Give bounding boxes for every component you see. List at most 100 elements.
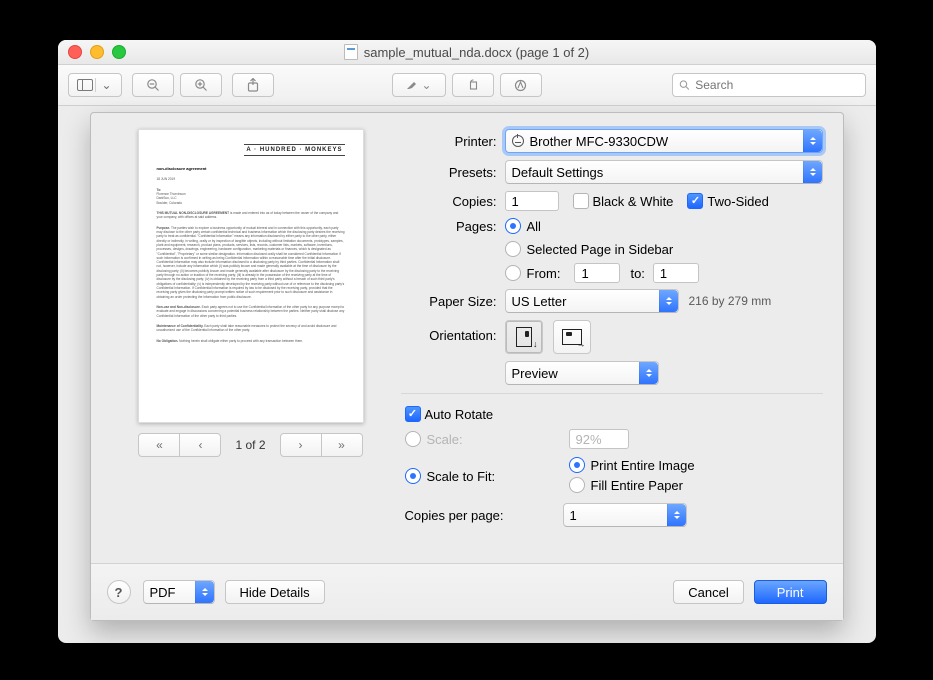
orientation-landscape-button[interactable]: →	[553, 320, 591, 354]
share-button[interactable]	[232, 73, 274, 97]
document-icon	[344, 44, 358, 60]
last-page-button[interactable]: »	[322, 433, 363, 457]
prev-page-button[interactable]: ‹	[180, 433, 221, 457]
fill-paper-label: Fill Entire Paper	[591, 478, 683, 493]
markup-button[interactable]	[500, 73, 542, 97]
copies-per-page-label: Copies per page:	[401, 508, 563, 523]
highlight-button[interactable]: ⌄	[392, 73, 446, 97]
section-select[interactable]: Preview	[505, 361, 659, 385]
print-button[interactable]: Print	[754, 580, 827, 604]
scale-radio[interactable]	[405, 431, 421, 447]
two-sided-label: Two-Sided	[707, 194, 768, 209]
auto-rotate-label: Auto Rotate	[425, 407, 494, 422]
page-preview-panel: A · HUNDRED · MONKEYS non-disclosure agr…	[111, 129, 391, 563]
copies-per-page-select[interactable]: 1	[563, 503, 687, 527]
rotate-icon	[467, 79, 479, 91]
paper-dimensions: 216 by 279 mm	[689, 294, 772, 308]
black-white-label: Black & White	[593, 194, 674, 209]
black-white-option[interactable]: Black & White	[573, 193, 674, 209]
presets-value: Default Settings	[512, 165, 604, 180]
pages-all-option[interactable]: All	[505, 218, 541, 234]
section-value: Preview	[512, 366, 558, 381]
search-field[interactable]	[672, 73, 866, 97]
print-entire-radio[interactable]	[569, 457, 585, 473]
page-navigator: « ‹ 1 of 2 › »	[138, 433, 362, 457]
cancel-label: Cancel	[688, 585, 728, 600]
hide-details-label: Hide Details	[240, 585, 310, 600]
rotate-button[interactable]	[452, 73, 494, 97]
window-title: sample_mutual_nda.docx (page 1 of 2)	[58, 44, 876, 60]
scale-label: Scale:	[427, 432, 463, 447]
print-entire-label: Print Entire Image	[591, 458, 695, 473]
pdf-label: PDF	[150, 585, 176, 600]
pdf-menu[interactable]: PDF	[143, 580, 215, 604]
select-arrows-icon	[639, 362, 658, 384]
pages-from-input[interactable]	[574, 263, 620, 283]
scale-to-fit-option[interactable]: Scale to Fit:	[405, 468, 555, 484]
paper-size-label: Paper Size:	[401, 294, 505, 309]
print-sheet-footer: ? PDF Hide Details Cancel Print	[91, 563, 843, 620]
sidebar-icon	[77, 79, 93, 91]
print-sheet: A · HUNDRED · MONKEYS non-disclosure agr…	[90, 112, 844, 621]
print-dialog-window: sample_mutual_nda.docx (page 1 of 2) ⌄	[58, 40, 876, 643]
chevron-down-icon	[195, 581, 214, 603]
search-input[interactable]	[693, 77, 858, 93]
app-toolbar: ⌄ ⌄	[58, 65, 876, 106]
printer-value: Brother MFC-9330CDW	[530, 134, 669, 149]
copies-label: Copies:	[401, 194, 505, 209]
sidebar-toggle-button[interactable]: ⌄	[68, 73, 122, 97]
chevron-down-icon: ⌄	[95, 78, 111, 92]
copies-input[interactable]	[505, 191, 559, 211]
orientation-label: Orientation:	[401, 320, 505, 343]
pages-label: Pages:	[401, 219, 505, 234]
page-thumbnail: A · HUNDRED · MONKEYS non-disclosure agr…	[138, 129, 364, 423]
pages-all-label: All	[527, 219, 541, 234]
share-icon	[247, 78, 259, 92]
pages-from-label: From:	[527, 266, 561, 281]
help-button[interactable]: ?	[107, 580, 131, 604]
hide-details-button[interactable]: Hide Details	[225, 580, 325, 604]
chevron-down-icon: ⌄	[421, 78, 431, 92]
scale-option[interactable]: Scale:	[405, 431, 555, 447]
select-arrows-icon	[667, 504, 686, 526]
zoom-out-button[interactable]	[132, 73, 174, 97]
pages-all-radio[interactable]	[505, 218, 521, 234]
pages-selected-radio[interactable]	[505, 241, 521, 257]
section-separator	[401, 393, 823, 394]
printer-select[interactable]: Brother MFC-9330CDW	[505, 129, 823, 153]
paper-size-select[interactable]: US Letter	[505, 289, 679, 313]
print-options-panel: Printer: Brother MFC-9330CDW Presets: De…	[391, 129, 823, 563]
window-titlebar: sample_mutual_nda.docx (page 1 of 2)	[58, 40, 876, 65]
paper-size-value: US Letter	[512, 294, 567, 309]
select-arrows-icon	[659, 290, 678, 312]
presets-select[interactable]: Default Settings	[505, 160, 823, 184]
highlighter-icon	[405, 79, 419, 91]
presets-label: Presets:	[401, 165, 505, 180]
auto-rotate-checkbox[interactable]	[405, 406, 421, 422]
pages-selected-label: Selected Page in Sidebar	[527, 242, 674, 257]
two-sided-option[interactable]: Two-Sided	[687, 193, 768, 209]
pages-range-option[interactable]: From:	[505, 265, 561, 281]
first-page-button[interactable]: «	[138, 433, 180, 457]
markup-icon	[514, 79, 527, 92]
two-sided-checkbox[interactable]	[687, 193, 703, 209]
fill-paper-radio[interactable]	[569, 477, 585, 493]
select-arrows-icon	[803, 130, 822, 152]
scale-to-fit-label: Scale to Fit:	[427, 469, 496, 484]
printer-label: Printer:	[401, 134, 505, 149]
pages-from-radio[interactable]	[505, 265, 521, 281]
next-page-button[interactable]: ›	[280, 433, 322, 457]
window-title-text: sample_mutual_nda.docx (page 1 of 2)	[364, 45, 589, 60]
auto-rotate-option[interactable]: Auto Rotate	[405, 406, 494, 422]
search-icon	[679, 79, 690, 91]
black-white-checkbox[interactable]	[573, 193, 589, 209]
pages-to-input[interactable]	[653, 263, 699, 283]
fill-paper-option[interactable]: Fill Entire Paper	[569, 477, 683, 493]
zoom-in-button[interactable]	[180, 73, 222, 97]
cancel-button[interactable]: Cancel	[673, 580, 743, 604]
pages-selected-option[interactable]: Selected Page in Sidebar	[505, 241, 674, 257]
scale-to-fit-radio[interactable]	[405, 468, 421, 484]
pages-to-label: to:	[630, 266, 644, 281]
orientation-portrait-button[interactable]: ↓	[505, 320, 543, 354]
print-entire-option[interactable]: Print Entire Image	[569, 457, 695, 473]
